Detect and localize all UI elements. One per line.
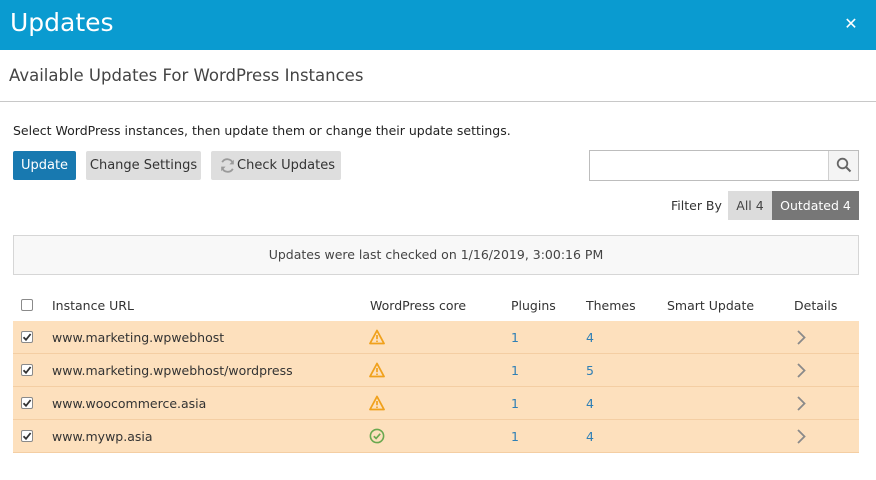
instance-url: www.marketing.wpwebhost: [52, 330, 225, 345]
select-all-checkbox[interactable]: [21, 299, 33, 311]
chevron-right-icon[interactable]: [795, 329, 807, 346]
table-row[interactable]: www.mywp.asia 1 4: [13, 420, 859, 453]
filter-label: Filter By: [671, 198, 722, 213]
plugins-count-link[interactable]: 1: [511, 363, 519, 378]
table-row[interactable]: www.woocommerce.asia 1 4: [13, 387, 859, 420]
search-input[interactable]: [590, 151, 829, 180]
change-settings-button[interactable]: Change Settings: [86, 151, 201, 180]
refresh-icon: [221, 158, 234, 173]
plugins-count-link[interactable]: 1: [511, 330, 519, 345]
column-header-url[interactable]: Instance URL: [52, 298, 134, 313]
row-checkbox[interactable]: [21, 364, 33, 376]
dialog-title: Updates: [10, 8, 114, 37]
update-button[interactable]: Update: [13, 151, 76, 180]
themes-count-link[interactable]: 5: [586, 363, 594, 378]
column-header-plugins[interactable]: Plugins: [511, 298, 556, 313]
instance-url: www.mywp.asia: [52, 429, 153, 444]
themes-count-link[interactable]: 4: [586, 396, 594, 411]
row-checkbox[interactable]: [21, 430, 33, 442]
check-updates-button[interactable]: Check Updates: [211, 151, 341, 180]
ok-check-icon: [369, 428, 385, 444]
dialog-subheader: Available Updates For WordPress Instance…: [0, 50, 876, 102]
chevron-right-icon[interactable]: [795, 362, 807, 379]
warning-icon: [369, 329, 385, 345]
search-icon: [836, 157, 852, 173]
warning-icon: [369, 362, 385, 378]
last-checked-notice: Updates were last checked on 1/16/2019, …: [13, 235, 859, 275]
column-header-details: Details: [794, 298, 838, 313]
themes-count-link[interactable]: 4: [586, 330, 594, 345]
chevron-right-icon[interactable]: [795, 395, 807, 412]
search-box: [589, 150, 859, 181]
table-row[interactable]: www.marketing.wpwebhost 1 4: [13, 321, 859, 354]
row-checkbox[interactable]: [21, 397, 33, 409]
chevron-right-icon[interactable]: [795, 428, 807, 445]
column-header-themes[interactable]: Themes: [586, 298, 636, 313]
dialog-subtitle: Available Updates For WordPress Instance…: [9, 66, 364, 85]
filter-all-button[interactable]: All 4: [728, 191, 772, 220]
check-updates-label: Check Updates: [237, 158, 335, 173]
column-header-smart-update[interactable]: Smart Update: [667, 298, 754, 313]
plugins-count-link[interactable]: 1: [511, 396, 519, 411]
column-header-core[interactable]: WordPress core: [370, 298, 466, 313]
table-row[interactable]: www.marketing.wpwebhost/wordpress 1 5: [13, 354, 859, 387]
instance-url: www.marketing.wpwebhost/wordpress: [52, 363, 293, 378]
instance-url: www.woocommerce.asia: [52, 396, 207, 411]
search-button[interactable]: [828, 151, 858, 180]
filter-outdated-button[interactable]: Outdated 4: [772, 191, 859, 220]
warning-icon: [369, 395, 385, 411]
close-icon[interactable]: ✕: [842, 13, 860, 35]
themes-count-link[interactable]: 4: [586, 429, 594, 444]
row-checkbox[interactable]: [21, 331, 33, 343]
plugins-count-link[interactable]: 1: [511, 429, 519, 444]
intro-text: Select WordPress instances, then update …: [13, 123, 511, 138]
dialog-titlebar: Updates ✕: [0, 0, 876, 50]
